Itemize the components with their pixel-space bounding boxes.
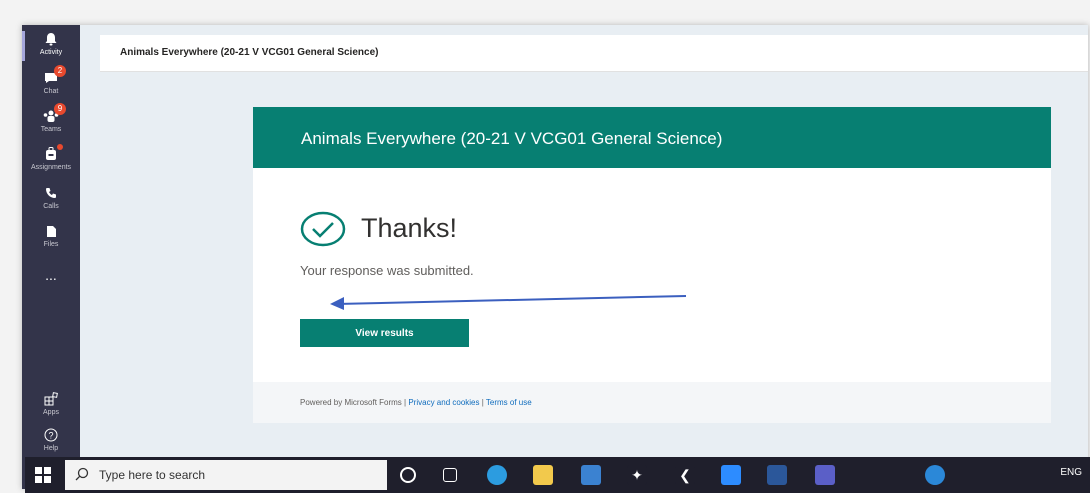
tray-help-icon[interactable]: [925, 465, 945, 485]
rail-label: Activity: [39, 49, 63, 56]
task-view-icon[interactable]: [443, 468, 457, 482]
channel-header: Animals Everywhere (20-21 V VCG01 Genera…: [100, 35, 1088, 72]
word-icon[interactable]: [767, 465, 787, 485]
app-rail: Activity 2 Chat 9 Teams Assignments Call…: [22, 25, 80, 489]
apps-icon: [42, 391, 60, 407]
footer-line: Powered by Microsoft Forms | Privacy and…: [300, 398, 532, 407]
rail-label: Files: [43, 241, 59, 248]
tray-language[interactable]: ENG: [1060, 467, 1082, 478]
rail-label: Assignments: [30, 164, 72, 171]
edge-icon[interactable]: [487, 465, 507, 485]
rail-apps[interactable]: Apps: [22, 391, 80, 427]
rail-label: Apps: [43, 409, 59, 416]
chat-icon: 2: [42, 65, 66, 86]
rail-label: Calls: [43, 203, 59, 210]
file-explorer-icon[interactable]: [533, 465, 553, 485]
teams-taskbar-icon[interactable]: [815, 465, 835, 485]
cortana-icon[interactable]: [400, 467, 416, 483]
rail-activity[interactable]: Activity: [22, 31, 80, 67]
form-body: Thanks! Your response was submitted. Vie…: [253, 168, 1051, 382]
zoom-icon[interactable]: [721, 465, 741, 485]
rail-label: Chat: [43, 88, 59, 95]
rail-calls[interactable]: Calls: [22, 185, 80, 221]
dropbox-icon[interactable]: ✦: [627, 465, 647, 485]
powered-by-text: Powered by Microsoft Forms |: [300, 398, 407, 407]
search-icon: [75, 467, 89, 481]
form-header: Animals Everywhere (20-21 V VCG01 Genera…: [253, 107, 1051, 168]
rail-files[interactable]: Files: [22, 223, 80, 259]
phone-icon: [42, 185, 60, 201]
check-circle-icon: [300, 211, 348, 247]
annotation-arrow: [330, 295, 687, 310]
more-icon: ...: [45, 267, 57, 283]
rail-more[interactable]: ...: [22, 265, 80, 301]
chat-badge: 2: [54, 65, 66, 77]
submitted-message: Your response was submitted.: [300, 263, 474, 278]
svg-text:?: ?: [48, 431, 53, 441]
file-icon: [42, 223, 60, 239]
view-results-button[interactable]: View results: [300, 319, 469, 347]
rail-label: Teams: [40, 126, 62, 133]
search-placeholder: Type here to search: [99, 468, 206, 482]
assignments-dot-badge: [57, 144, 63, 150]
form-footer: Powered by Microsoft Forms | Privacy and…: [253, 382, 1051, 423]
rail-label: Help: [43, 445, 59, 452]
terms-link[interactable]: Terms of use: [486, 398, 532, 407]
channel-title: Animals Everywhere (20-21 V VCG01 Genera…: [120, 47, 379, 58]
windows-start-icon[interactable]: [35, 467, 51, 483]
help-icon: ?: [42, 427, 60, 443]
taskbar-search[interactable]: Type here to search: [65, 460, 387, 490]
form-title: Animals Everywhere (20-21 V VCG01 Genera…: [301, 129, 723, 148]
rail-assignments[interactable]: Assignments: [22, 144, 80, 182]
privacy-link[interactable]: Privacy and cookies: [408, 398, 479, 407]
rail-chat[interactable]: 2 Chat: [22, 65, 80, 106]
teams-icon: 9: [42, 103, 66, 124]
teams-badge: 9: [54, 103, 66, 115]
bell-icon: [42, 31, 60, 47]
rail-teams[interactable]: 9 Teams: [22, 103, 80, 144]
windows-taskbar: Type here to search ✦ ❮ ENG: [25, 457, 1090, 493]
app-icon[interactable]: ❮: [675, 465, 695, 485]
teams-window: Activity 2 Chat 9 Teams Assignments Call…: [22, 25, 1088, 489]
footer-separator: |: [481, 398, 484, 407]
thanks-heading: Thanks!: [361, 213, 458, 243]
backpack-icon: [42, 144, 63, 162]
mail-icon[interactable]: [581, 465, 601, 485]
